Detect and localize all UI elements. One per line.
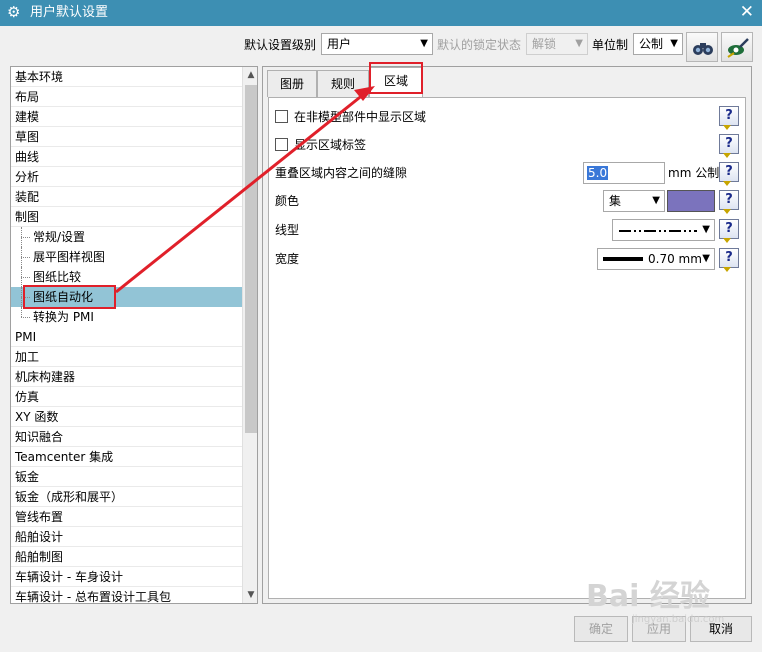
callout-arrow: [115, 86, 375, 294]
